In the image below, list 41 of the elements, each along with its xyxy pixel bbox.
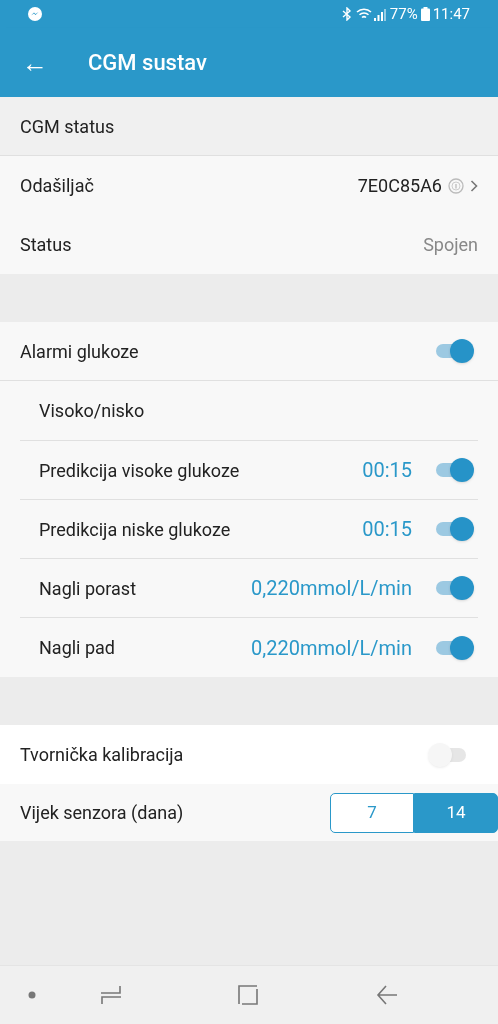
alarm-threshold[interactable]: 00:15 xyxy=(362,455,412,485)
row-label: Alarmi glukoze xyxy=(20,339,139,364)
status-value: Spojen xyxy=(423,233,478,257)
subheader-label: Visoko/nisko xyxy=(39,399,145,423)
toggle-switch[interactable] xyxy=(434,339,474,363)
screen-title: CGM sustav xyxy=(88,49,207,77)
signal-icon xyxy=(373,7,386,21)
dot-icon[interactable] xyxy=(28,991,36,999)
row-label: Tvornička kalibracija xyxy=(20,743,184,767)
battery-percent: 77% xyxy=(389,3,418,25)
bluetooth-icon xyxy=(341,7,352,21)
alarm-threshold[interactable]: 0,220mmol/L/min xyxy=(251,632,412,663)
row-label: Nagli pad xyxy=(39,636,115,660)
row-label: Vijek senzora (dana) xyxy=(20,801,184,825)
battery-icon xyxy=(420,7,430,21)
transmitter-id: 7E0C85A6 xyxy=(357,174,442,198)
toggle-switch[interactable] xyxy=(434,635,474,660)
section-header: CGM status xyxy=(0,97,498,155)
wifi-icon xyxy=(355,7,372,21)
row-label: Nagli porast xyxy=(39,576,137,601)
settings-row[interactable]: Odašiljač 7E0C85A6 xyxy=(0,156,498,215)
chevron-right-icon xyxy=(470,178,478,193)
row-label: Predikcija niske glukoze xyxy=(39,517,231,542)
segment-option[interactable]: 14 xyxy=(414,792,498,833)
segment-option[interactable]: 7 xyxy=(330,792,414,833)
info-icon xyxy=(448,177,464,194)
back-button[interactable]: ← xyxy=(20,49,50,76)
toggle-switch[interactable] xyxy=(428,742,468,767)
back-icon[interactable] xyxy=(376,985,398,1005)
alarm-threshold[interactable]: 0,220mmol/L/min xyxy=(251,573,412,603)
row-label: Predikcija visoke glukoze xyxy=(39,458,240,483)
clock-time: 11:47 xyxy=(432,3,470,25)
row-label: Odašiljač xyxy=(20,174,94,198)
recent-apps-icon[interactable] xyxy=(100,985,122,1005)
toggle-switch[interactable] xyxy=(434,458,474,482)
row-label: Status xyxy=(20,233,72,257)
alarm-threshold[interactable]: 00:15 xyxy=(362,514,412,544)
messenger-icon xyxy=(28,7,42,21)
home-icon[interactable] xyxy=(238,985,258,1005)
toggle-switch[interactable] xyxy=(434,576,474,600)
toggle-switch[interactable] xyxy=(434,517,474,541)
